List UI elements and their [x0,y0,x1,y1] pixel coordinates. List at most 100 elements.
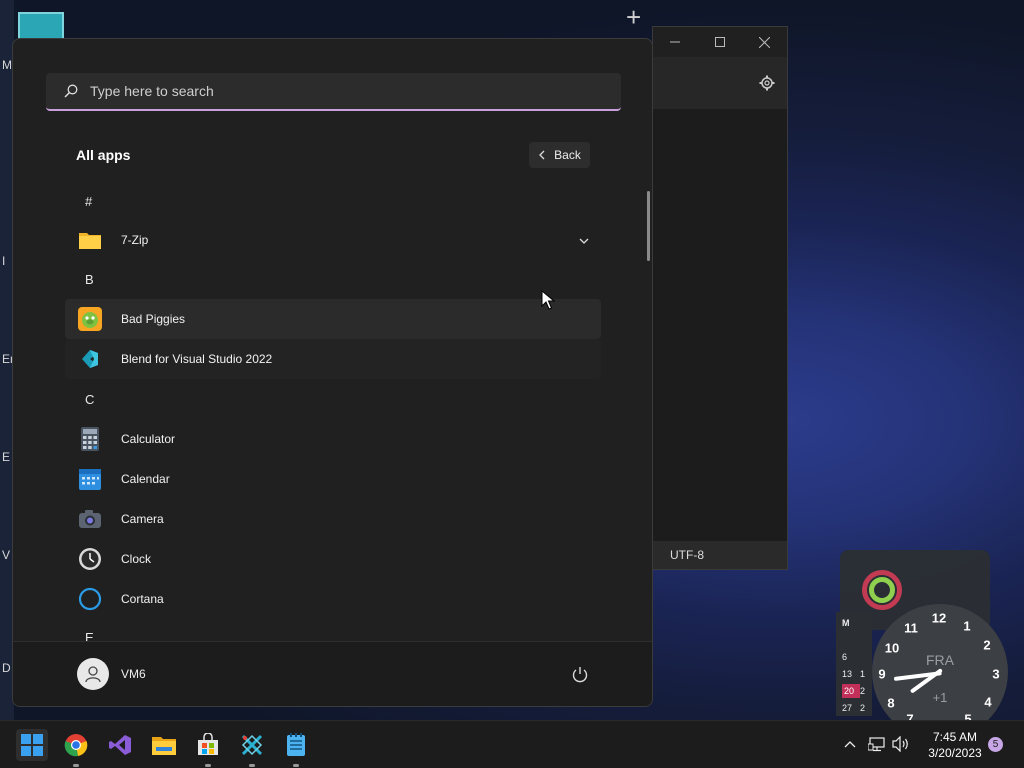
clock-number: 2 [983,637,991,653]
gear-icon[interactable] [759,75,775,91]
chevron-left-icon [539,150,545,160]
section-letter: C [85,391,95,407]
chrome-icon [64,734,88,757]
notepad-icon [287,733,305,756]
bad-piggies-icon [77,306,103,332]
mouse-cursor-icon [541,290,555,310]
taskbar-chrome[interactable] [60,729,92,767]
minimize-button[interactable] [653,27,698,57]
section-header[interactable]: E [65,617,601,644]
start-menu-footer: VM6 [13,641,652,706]
calendar-widget[interactable]: M 6 13 20 27 1 2 2 [836,612,872,716]
user-name[interactable]: VM6 [121,667,146,681]
volume-button[interactable] [892,735,910,753]
clock-icon [77,546,103,572]
taskbar-visual-studio[interactable] [104,729,136,761]
encoding-label[interactable]: UTF-8 [670,548,704,562]
show-hidden-icons-button[interactable] [841,735,859,753]
back-label: Back [554,148,581,162]
network-icon [868,737,885,752]
app-item-bad-piggies[interactable]: Bad Piggies [65,299,601,339]
section-header[interactable]: C [65,379,601,419]
close-button[interactable] [742,27,787,57]
section-letter: # [85,193,93,209]
clock-number: 4 [984,694,992,710]
running-indicator [293,764,299,767]
app-item-cortana[interactable]: Cortana [65,579,601,619]
calendar-day: 6 [842,652,848,662]
clock-city-label: FRA [926,652,954,668]
section-header[interactable]: # [65,181,601,221]
taskbar-notepad[interactable] [280,729,312,767]
close-icon [759,36,771,48]
search-box[interactable] [46,73,621,111]
scrollbar-thumb[interactable] [647,191,650,261]
folder-icon [77,227,103,253]
calendar-today: 20 [842,684,860,698]
desktop-icon-label[interactable]: E [2,450,10,464]
clock-number: 3 [992,666,1000,682]
calendar-icon [77,466,103,492]
maximize-button[interactable] [698,27,743,57]
speaker-icon [892,736,908,752]
app-name: Blend for Visual Studio 2022 [121,352,273,366]
text-editor-area[interactable] [653,109,787,541]
taskbar: 7:45 AM 3/20/2023 5 [0,720,1024,768]
clock-number: 8 [887,695,895,711]
tray-time: 7:45 AM [932,730,978,744]
running-indicator [249,764,255,767]
plus-icon[interactable]: + [626,4,641,30]
app-name: Camera [121,512,164,526]
tray-date: 3/20/2023 [928,746,982,760]
taskbar-file-explorer[interactable] [148,729,180,761]
taskbar-blend[interactable] [236,729,268,767]
status-bar: UTF-8 [653,541,787,569]
app-item-7zip[interactable]: 7-Zip [65,220,601,260]
clock-offset-label: +1 [932,690,948,705]
app-name: Calendar [121,472,170,486]
app-name: 7-Zip [121,233,149,247]
desktop-icon-label[interactable]: M [2,58,12,72]
section-header[interactable]: B [65,259,601,299]
chevron-up-icon [844,741,856,748]
app-name: Cortana [121,592,164,606]
desktop-icon-label[interactable]: D [2,661,11,675]
start-menu: All apps Back # 7-Zip B [12,38,653,707]
taskbar-microsoft-store[interactable] [192,729,224,767]
blend-icon [77,346,103,372]
app-list: # 7-Zip B Bad Piggies Blend for Visual S… [65,179,601,643]
app-name: Clock [121,552,152,566]
network-button[interactable] [868,735,886,753]
app-item-calendar[interactable]: Calendar [65,459,601,499]
clock-number: 12 [931,610,947,626]
background-notepad-window[interactable]: UTF-8 [652,26,788,570]
search-input[interactable] [88,82,592,100]
blend-icon [241,734,263,756]
chevron-down-icon[interactable] [579,232,589,250]
app-item-clock[interactable]: Clock [65,539,601,579]
running-indicator [73,764,79,767]
microsoft-store-icon [198,733,218,755]
camera-icon [77,506,103,532]
power-button[interactable] [569,664,591,686]
running-indicator [205,764,211,767]
app-item-camera[interactable]: Camera [65,499,601,539]
avatar[interactable] [77,658,109,690]
back-button[interactable]: Back [529,142,590,168]
calculator-icon [77,426,103,452]
toolbar [653,57,787,109]
search-icon [62,82,80,100]
clock-number: 11 [904,620,918,636]
all-apps-heading: All apps [76,147,131,163]
desktop-icon-label[interactable]: V [2,548,10,562]
desktop-icon-label[interactable]: I [2,254,5,268]
clock-date-button[interactable]: 7:45 AM 3/20/2023 [926,729,984,761]
clock-number: 9 [878,666,886,682]
notification-badge[interactable]: 5 [988,737,1003,752]
title-bar[interactable] [653,27,787,57]
app-item-blend[interactable]: Blend for Visual Studio 2022 [65,339,601,379]
file-explorer-icon [152,737,176,755]
clock-number: 10 [884,640,900,656]
start-button[interactable] [16,729,48,761]
app-item-calculator[interactable]: Calculator [65,419,601,459]
